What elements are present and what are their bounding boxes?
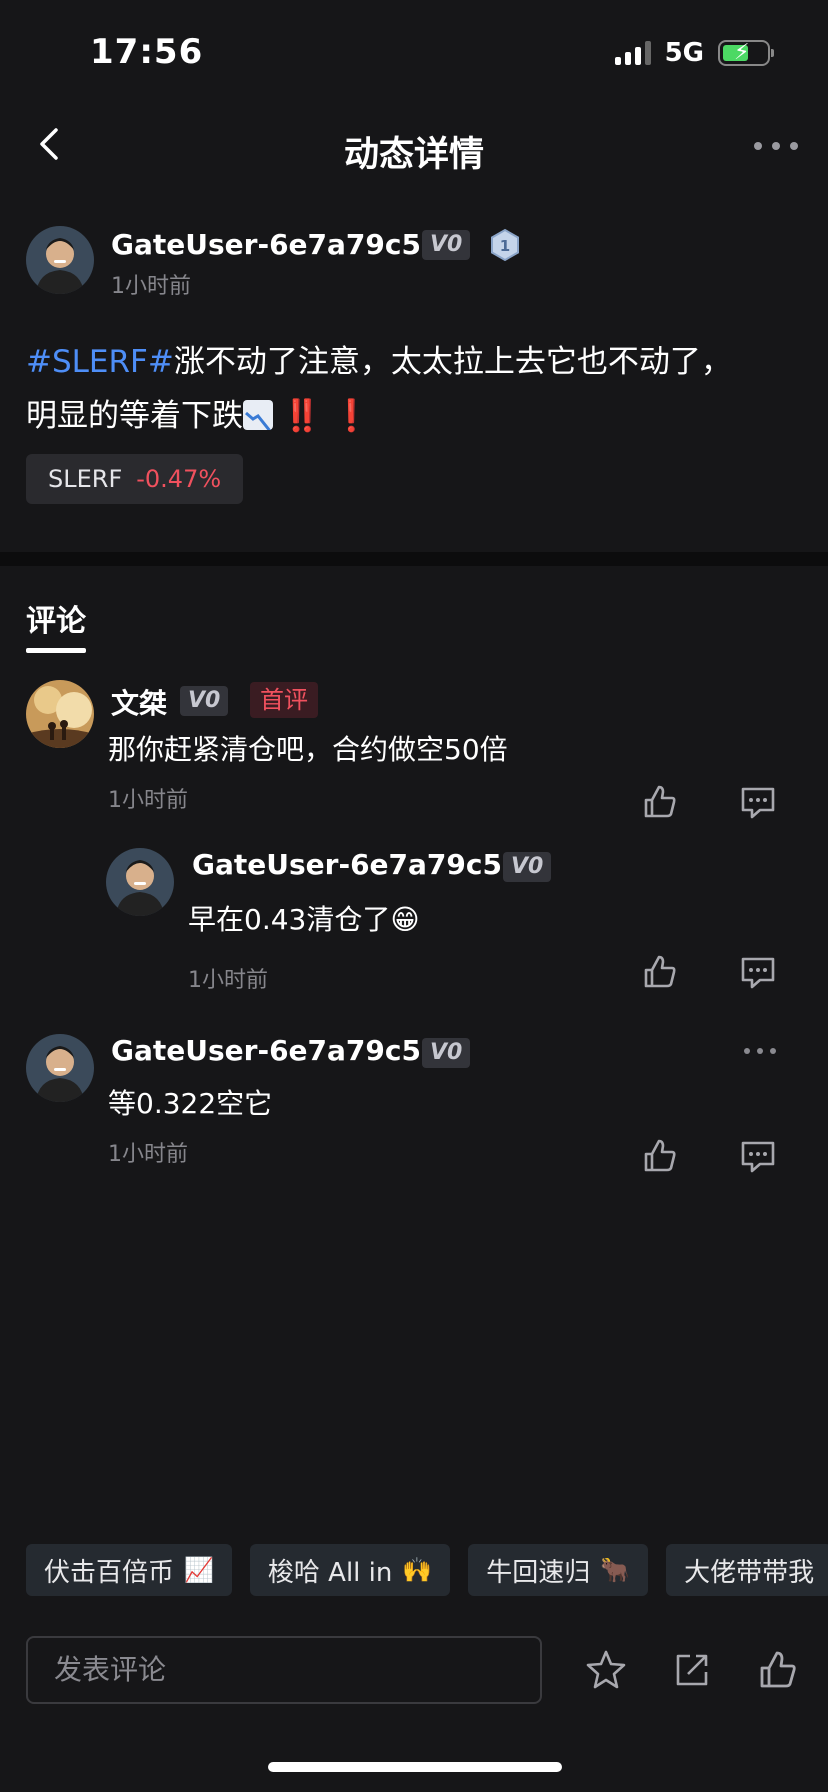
hashtag-link[interactable]: #SLERF# [26, 344, 174, 380]
quick-reply-chip[interactable]: 梭哈 All in 🙌 [249, 1544, 451, 1596]
chip-emoji: 🙌 [402, 1556, 433, 1584]
chip-label: 梭哈 All in [267, 1557, 393, 1588]
author-avatar[interactable] [26, 226, 94, 294]
reply-author-name[interactable]: GateUser-6e7a79c5 [192, 848, 502, 881]
vip-badge: V0 [422, 1038, 471, 1068]
post-detail-screen: 17:56 5G ⚡ 动态详情 GateUser-6e7a79c5 V0 1 1… [0, 0, 828, 1792]
quick-reply-chips: 伏击百倍币 📈 梭哈 All in 🙌 牛回速归 🐂 大佬带带我 [26, 1544, 828, 1596]
chip-label: 伏击百倍币 [44, 1557, 175, 1588]
quick-reply-chip[interactable]: 伏击百倍币 📈 [26, 1544, 232, 1596]
vip-badge: V0 [422, 230, 471, 260]
comment-time: 1小时前 [108, 1142, 188, 1167]
chip-label: 牛回速归 [486, 1557, 591, 1588]
tab-comments[interactable]: 评论 [26, 596, 86, 640]
first-comment-badge: 首评 [250, 682, 318, 718]
comment-time: 1小时前 [108, 788, 188, 813]
reply-text-content: 早在0.43清仓了 [188, 903, 391, 936]
ticker-change: -0.47% [136, 465, 222, 493]
more-options-icon[interactable] [754, 128, 798, 164]
level-hex-badge: 1 [488, 228, 522, 262]
section-divider [0, 552, 828, 566]
star-icon[interactable] [584, 1648, 628, 1692]
commenter-avatar[interactable] [26, 680, 94, 748]
quick-reply-chip[interactable]: 大佬带带我 [666, 1544, 828, 1596]
chart-down-emoji-icon [243, 400, 273, 430]
thumbs-up-icon[interactable] [756, 1648, 800, 1692]
thumbs-up-icon[interactable] [640, 952, 680, 992]
grin-emoji: 😁 [390, 903, 420, 936]
post-text-line1: 涨不动了注意，太太拉上去它也不动了， [173, 344, 732, 380]
vip-badge: V0 [180, 686, 229, 716]
chip-label: 大佬带带我 [684, 1557, 815, 1588]
post-author-name[interactable]: GateUser-6e7a79c5 [111, 228, 421, 261]
comment-text: 等0.322空它 [108, 1087, 273, 1120]
comment-more-icon[interactable] [744, 1048, 776, 1056]
post-time: 1小时前 [111, 274, 191, 299]
ticker-chip[interactable]: SLERF -0.47% [26, 454, 244, 504]
quick-reply-chip[interactable]: 牛回速归 🐂 [468, 1544, 649, 1596]
exclamation-marks: ‼️ ❗ [282, 398, 371, 434]
comment-icon[interactable] [738, 782, 778, 822]
network-label: 5G [664, 38, 704, 68]
status-indicators: 5G ⚡ [614, 38, 774, 68]
comment-input[interactable]: 发表评论 [26, 1636, 542, 1704]
ticker-symbol: SLERF [48, 465, 123, 493]
thumbs-up-icon[interactable] [640, 1136, 680, 1176]
reply-text: 早在0.43清仓了😁 [188, 898, 420, 938]
signal-icon [614, 41, 651, 65]
tab-underline [26, 648, 86, 653]
thumbs-up-icon[interactable] [640, 782, 680, 822]
comment-text: 那你赶紧清仓吧，合约做空50倍 [108, 733, 508, 766]
comment-author-name[interactable]: GateUser-6e7a79c5 [111, 1034, 421, 1067]
chip-emoji: 📈 [184, 1556, 214, 1584]
comment-icon[interactable] [738, 952, 778, 992]
vip-badge: V0 [503, 852, 552, 882]
comment-author-name[interactable]: 文桀 [111, 682, 167, 722]
post-body: #SLERF#涨不动了注意，太太拉上去它也不动了， 明显的等着下跌 ‼️ ❗ [26, 335, 806, 443]
share-icon[interactable] [670, 1648, 714, 1692]
svg-text:1: 1 [500, 237, 510, 255]
comment-icon[interactable] [738, 1136, 778, 1176]
commenter-avatar[interactable] [26, 1034, 94, 1102]
reply-time: 1小时前 [188, 968, 268, 993]
post-text-line2: 明显的等着下跌 [26, 398, 243, 434]
reply-author-avatar[interactable] [106, 848, 174, 916]
home-indicator [268, 1762, 562, 1772]
chip-emoji: 🐂 [600, 1556, 631, 1584]
status-time: 17:56 [90, 32, 204, 72]
page-title: 动态详情 [343, 135, 484, 175]
battery-icon: ⚡ [718, 40, 774, 66]
